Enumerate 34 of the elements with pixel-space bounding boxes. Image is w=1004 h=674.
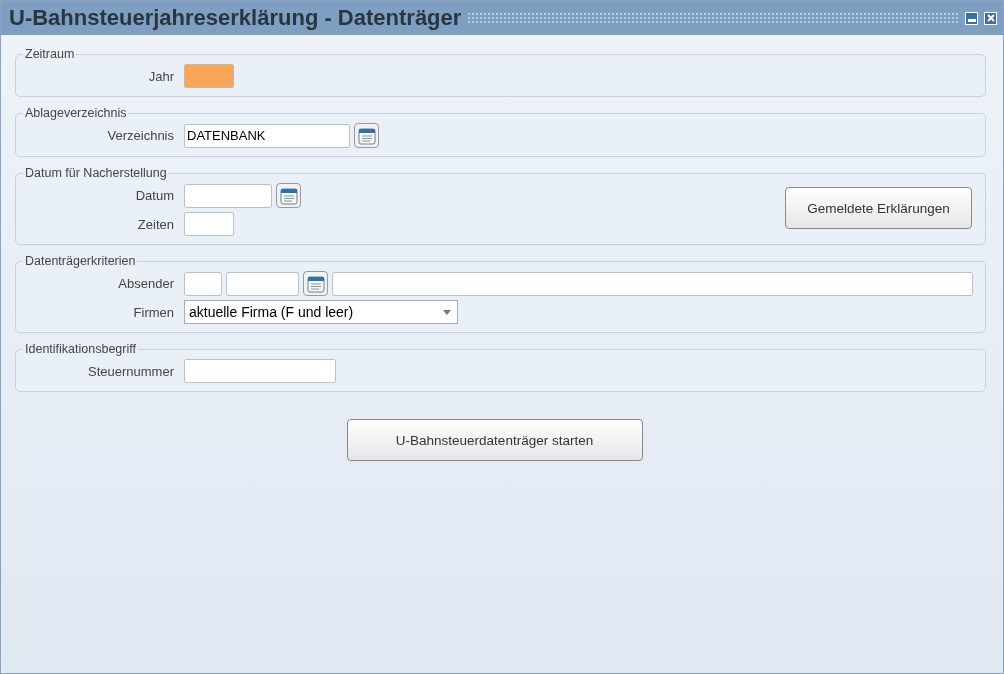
field-label: Absender xyxy=(117,276,174,291)
start-button[interactable]: U-Bahnsteuerdatenträger starten xyxy=(346,419,643,461)
reported-declarations-button[interactable]: Gemeldete Erklärungen xyxy=(785,187,972,229)
input-field[interactable]: DATENBANK xyxy=(184,123,350,148)
calendar-button[interactable] xyxy=(276,183,301,208)
calendar-button[interactable] xyxy=(354,123,379,148)
field-label: Steuernummer xyxy=(87,363,174,379)
input-field[interactable] xyxy=(332,271,973,296)
caret-icon xyxy=(443,309,451,315)
group-title: Zeitraum xyxy=(24,47,76,61)
dropdown[interactable]: aktuelle Firma (F und leer) xyxy=(184,300,458,324)
input-field[interactable] xyxy=(184,64,234,88)
input-field[interactable] xyxy=(184,271,222,296)
close-icon xyxy=(985,13,996,23)
field-label: Firmen xyxy=(132,304,174,320)
field-label: Jahr xyxy=(147,68,174,84)
group-title: Identifikationsbegriff xyxy=(24,342,137,356)
field-label: Verzeichnis xyxy=(106,128,174,143)
calendar-icon xyxy=(306,274,325,293)
input-field[interactable] xyxy=(226,271,299,296)
group-title: Datum für Nacherstellung xyxy=(24,166,168,180)
field-label: Datum xyxy=(134,188,174,203)
window-title: U-Bahnsteuerjahreserklärung - Datenträger xyxy=(9,5,462,31)
calendar-button[interactable] xyxy=(303,271,328,296)
close-button[interactable] xyxy=(984,11,997,25)
group-title: Datenträgerkriterien xyxy=(24,254,137,268)
input-field[interactable] xyxy=(184,183,272,208)
input-field[interactable] xyxy=(184,212,234,236)
field-label: Zeiten xyxy=(136,216,174,232)
input-field[interactable] xyxy=(184,359,336,383)
calendar-icon xyxy=(279,186,298,205)
group-title: Ablageverzeichnis xyxy=(24,106,128,120)
calendar-icon xyxy=(357,126,376,145)
minimize-button[interactable] xyxy=(965,11,978,25)
